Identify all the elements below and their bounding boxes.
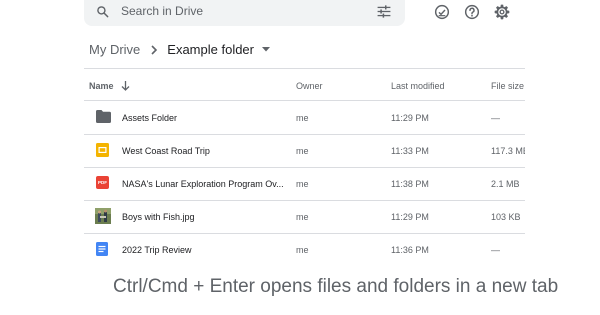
table-row[interactable]: Assets Folder me 11:29 PM —	[84, 101, 525, 134]
table-row[interactable]: 2022 Trip Review me 11:36 PM —	[84, 233, 525, 266]
file-last-modified: 11:29 PM	[391, 212, 429, 222]
pdf-icon-label: PDF	[98, 180, 107, 185]
file-size: —	[491, 113, 500, 123]
slides-icon	[96, 143, 111, 158]
breadcrumb-current-folder[interactable]: Example folder	[167, 42, 254, 57]
file-owner: me	[296, 212, 309, 222]
search-input[interactable]: Search in Drive	[121, 4, 203, 18]
file-last-modified: 11:33 PM	[391, 146, 429, 156]
file-owner: me	[296, 146, 309, 156]
caret-down-icon[interactable]	[262, 47, 270, 52]
file-size: 2.1 MB	[491, 179, 520, 189]
breadcrumb: My Drive Example folder	[89, 42, 270, 57]
file-owner: me	[296, 113, 309, 123]
table-row[interactable]: Boys with Fish.jpg me 11:29 PM 103 KB	[84, 200, 525, 233]
search-bar[interactable]: Search in Drive	[84, 0, 405, 26]
file-name: Boys with Fish.jpg	[122, 212, 195, 222]
table-row[interactable]: West Coast Road Trip me 11:33 PM 117.3 M…	[84, 134, 525, 167]
file-size: 117.3 MB	[491, 146, 525, 156]
file-last-modified: 11:38 PM	[391, 179, 429, 189]
file-size: 103 KB	[491, 212, 521, 222]
file-name: West Coast Road Trip	[122, 146, 210, 156]
file-size: —	[491, 245, 500, 255]
help-icon[interactable]	[464, 4, 480, 20]
search-options-icon[interactable]	[377, 5, 391, 23]
settings-gear-icon[interactable]	[494, 4, 510, 20]
file-last-modified: 11:29 PM	[391, 113, 429, 123]
image-thumbnail	[95, 208, 111, 224]
chevron-right-icon	[150, 44, 158, 55]
column-header-owner[interactable]: Owner	[296, 81, 323, 91]
file-owner: me	[296, 245, 309, 255]
folder-icon	[96, 110, 111, 125]
file-name: NASA's Lunar Exploration Program Ov...	[122, 179, 284, 189]
file-last-modified: 11:36 PM	[391, 245, 429, 255]
file-name: 2022 Trip Review	[122, 245, 192, 255]
column-name-label: Name	[89, 81, 114, 91]
arrow-down-icon[interactable]	[121, 81, 130, 91]
table-row[interactable]: PDF NASA's Lunar Exploration Program Ov.…	[84, 167, 525, 200]
divider	[84, 68, 525, 69]
offline-ready-icon[interactable]	[434, 4, 450, 20]
search-icon[interactable]	[96, 5, 109, 23]
column-header-file-size[interactable]: File size	[491, 81, 524, 91]
file-name: Assets Folder	[122, 113, 178, 123]
column-header-last-modified[interactable]: Last modified	[391, 81, 445, 91]
pdf-icon: PDF	[96, 176, 109, 189]
shortcut-caption: Ctrl/Cmd + Enter opens files and folders…	[113, 276, 559, 297]
breadcrumb-my-drive[interactable]: My Drive	[89, 42, 140, 57]
docs-icon	[96, 242, 111, 257]
column-header-name[interactable]: Name	[89, 81, 130, 91]
file-owner: me	[296, 179, 309, 189]
